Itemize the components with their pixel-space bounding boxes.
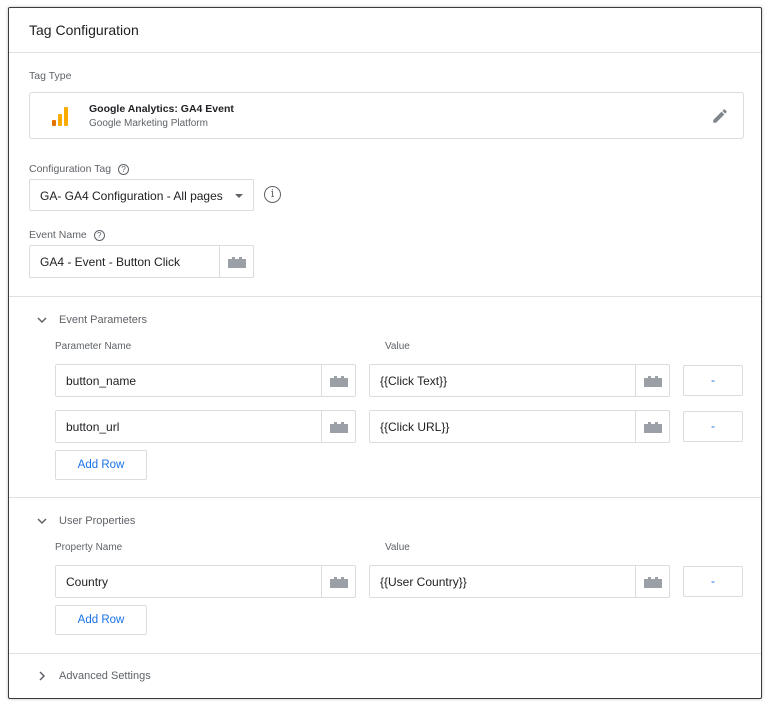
configuration-tag-label-text: Configuration Tag (29, 163, 112, 175)
tag-configuration-panel: Tag Configuration Tag Type Google Analyt… (8, 7, 762, 699)
section-divider (9, 653, 761, 654)
variable-blocks-icon (644, 376, 662, 387)
variable-blocks-icon (330, 376, 348, 387)
configuration-tag-label: Configuration Tag ? (29, 163, 130, 175)
remove-row-button[interactable]: - (683, 365, 743, 396)
remove-row-button[interactable]: - (683, 566, 743, 597)
event-parameters-toggle[interactable]: Event Parameters (35, 313, 147, 327)
variable-picker-button[interactable] (635, 566, 669, 597)
chevron-right-icon (39, 671, 46, 681)
property-value-value: {{User Country}} (380, 575, 467, 589)
variable-picker-button[interactable] (219, 246, 253, 277)
property-name-value: Country (66, 575, 109, 589)
variable-blocks-icon (644, 422, 662, 433)
google-analytics-icon (52, 106, 70, 126)
variable-blocks-icon (644, 577, 662, 588)
section-divider (9, 296, 761, 297)
help-icon[interactable]: ? (93, 229, 105, 241)
variable-blocks-icon (330, 422, 348, 433)
variable-picker-button[interactable] (321, 566, 355, 597)
variable-picker-button[interactable] (635, 411, 669, 442)
pencil-edit-icon[interactable] (711, 107, 729, 125)
parameter-name-header: Parameter Name (55, 341, 132, 352)
add-property-row-button[interactable]: Add Row (55, 605, 147, 635)
chevron-down-icon (37, 317, 47, 324)
variable-blocks-icon (330, 577, 348, 588)
variable-picker-button[interactable] (635, 365, 669, 396)
panel-title: Tag Configuration (29, 22, 139, 38)
panel-header: Tag Configuration (9, 8, 761, 53)
chevron-down-icon (37, 518, 47, 525)
event-name-field[interactable]: GA4 - Event - Button Click (29, 245, 254, 278)
tag-type-card[interactable]: Google Analytics: GA4 Event Google Marke… (29, 92, 744, 139)
user-properties-title: User Properties (59, 515, 136, 527)
variable-picker-button[interactable] (321, 365, 355, 396)
event-name-value: GA4 - Event - Button Click (40, 255, 181, 269)
event-name-label: Event Name ? (29, 229, 105, 241)
advanced-settings-title: Advanced Settings (59, 670, 151, 682)
section-divider (9, 497, 761, 498)
parameter-name-field[interactable]: button_url (55, 410, 356, 443)
info-icon[interactable]: i (264, 186, 281, 203)
configuration-tag-select[interactable]: GA- GA4 Configuration - All pages (29, 179, 254, 211)
parameter-value-header: Value (385, 341, 410, 352)
variable-blocks-icon (228, 257, 246, 268)
advanced-settings-toggle[interactable]: Advanced Settings (35, 669, 151, 683)
event-name-label-text: Event Name (29, 229, 87, 241)
configuration-tag-value: GA- GA4 Configuration - All pages (40, 189, 223, 203)
parameter-value-field[interactable]: {{Click URL}} (369, 410, 670, 443)
parameter-name-value: button_url (66, 420, 120, 434)
remove-row-button[interactable]: - (683, 411, 743, 442)
variable-picker-button[interactable] (321, 411, 355, 442)
user-properties-toggle[interactable]: User Properties (35, 514, 135, 528)
parameter-name-value: button_name (66, 374, 137, 388)
event-parameters-title: Event Parameters (59, 314, 148, 326)
add-parameter-row-button[interactable]: Add Row (55, 450, 147, 480)
property-value-header: Value (385, 542, 410, 553)
tag-type-label: Tag Type (29, 70, 72, 82)
parameter-name-field[interactable]: button_name (55, 364, 356, 397)
parameter-value-value: {{Click URL}} (380, 420, 450, 434)
property-value-field[interactable]: {{User Country}} (369, 565, 670, 598)
parameter-value-field[interactable]: {{Click Text}} (369, 364, 670, 397)
dropdown-caret-icon (235, 194, 243, 198)
tag-type-platform: Google Marketing Platform (89, 118, 208, 129)
tag-type-name: Google Analytics: GA4 Event (89, 103, 234, 115)
property-name-header: Property Name (55, 542, 123, 553)
help-icon[interactable]: ? (118, 163, 130, 175)
parameter-value-value: {{Click Text}} (380, 374, 448, 388)
property-name-field[interactable]: Country (55, 565, 356, 598)
